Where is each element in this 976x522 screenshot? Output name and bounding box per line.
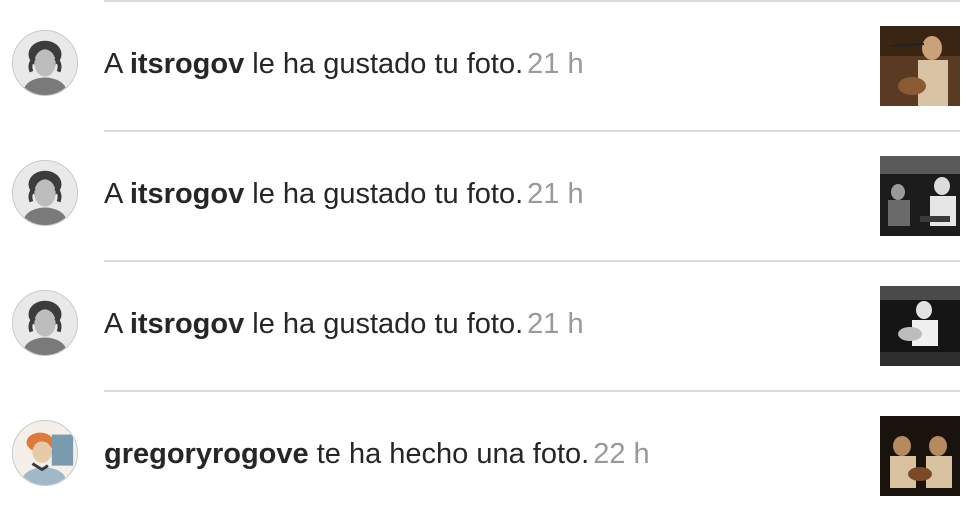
user-avatar[interactable] <box>12 420 78 486</box>
photo-thumbnail[interactable] <box>880 156 960 236</box>
user-avatar[interactable] <box>12 30 78 96</box>
notification-text: A itsrogov le ha gustado tu foto. 21 h <box>104 176 584 212</box>
photo-thumbnail-icon <box>880 156 960 236</box>
notification-text: gregoryrogove te ha hecho una foto. 22 h <box>104 436 650 472</box>
photo-thumbnail[interactable] <box>880 286 960 366</box>
notification-prefix: A <box>104 308 130 340</box>
user-avatar[interactable] <box>12 160 78 226</box>
notification-message: le ha gustado tu foto. <box>244 48 524 80</box>
notification-message: le ha gustado tu foto. <box>244 308 524 340</box>
timestamp: 22 h <box>593 438 650 470</box>
user-avatar-icon <box>13 31 77 95</box>
username-link[interactable]: gregoryrogove <box>104 438 309 470</box>
timestamp: 21 h <box>527 178 584 210</box>
photo-thumbnail-icon <box>880 416 960 496</box>
notification-message: te ha hecho una foto. <box>308 438 590 470</box>
timestamp: 21 h <box>527 48 584 80</box>
notification-text: A itsrogov le ha gustado tu foto. 21 h <box>104 306 584 342</box>
user-avatar[interactable] <box>12 290 78 356</box>
notification-text: A itsrogov le ha gustado tu foto. 21 h <box>104 46 584 82</box>
user-avatar-icon <box>13 421 77 485</box>
user-avatar-icon <box>13 291 77 355</box>
user-avatar-icon <box>13 161 77 225</box>
photo-thumbnail-icon <box>880 26 960 106</box>
notification-message: le ha gustado tu foto. <box>244 178 524 210</box>
username-link[interactable]: itsrogov <box>130 178 244 210</box>
notification-row: A itsrogov le ha gustado tu foto. 21 h <box>0 2 976 132</box>
timestamp: 21 h <box>527 308 584 340</box>
notification-prefix: A <box>104 178 130 210</box>
username-link[interactable]: itsrogov <box>130 48 244 80</box>
photo-thumbnail-icon <box>880 286 960 366</box>
notification-row: gregoryrogove te ha hecho una foto. 22 h <box>0 392 976 522</box>
notification-row: A itsrogov le ha gustado tu foto. 21 h <box>0 262 976 392</box>
notification-row: A itsrogov le ha gustado tu foto. 21 h <box>0 132 976 262</box>
photo-thumbnail[interactable] <box>880 26 960 106</box>
notification-prefix: A <box>104 48 130 80</box>
username-link[interactable]: itsrogov <box>130 308 244 340</box>
photo-thumbnail[interactable] <box>880 416 960 496</box>
